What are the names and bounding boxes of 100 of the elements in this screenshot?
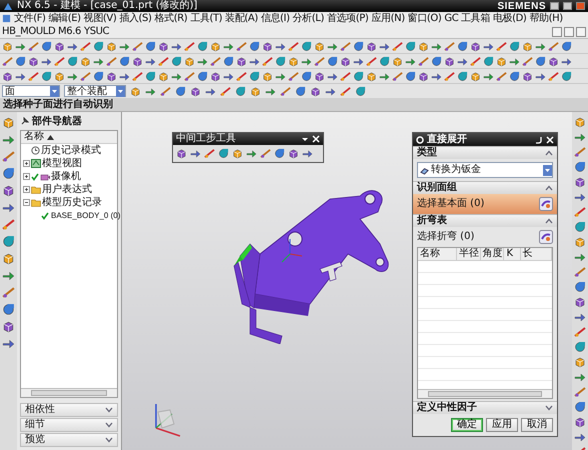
panel-header[interactable]: 相依性 [20,403,118,417]
arrow-icon[interactable] [483,70,494,82]
circle-icon[interactable] [509,70,520,82]
circle-icon[interactable] [379,56,390,66]
column-header[interactable]: 名称 [418,248,457,260]
tree-item[interactable]: BASE_BODY_0 (0) [51,210,120,222]
circle-icon[interactable] [327,56,338,66]
cube-icon[interactable] [366,40,377,52]
chevron-down-icon[interactable] [545,405,553,411]
arrow-icon[interactable] [171,70,182,82]
arrow-icon[interactable] [119,70,130,82]
menu-item[interactable]: 格式(R) [154,12,188,25]
line-icon[interactable] [522,56,533,66]
circle-icon[interactable] [353,40,364,52]
line-icon[interactable] [574,146,586,158]
line-icon[interactable] [80,40,91,52]
circle-icon[interactable] [535,56,546,66]
circle-icon[interactable] [574,341,586,353]
expand-icon[interactable] [23,186,30,193]
cube-icon[interactable] [574,356,586,368]
cube-icon[interactable] [2,184,15,197]
circle-icon[interactable] [509,40,520,52]
arrow-icon[interactable] [325,86,336,96]
cube-icon[interactable] [314,40,325,52]
arrow-icon[interactable] [535,40,546,52]
collapse-icon[interactable] [23,199,30,206]
scope-dropdown[interactable]: 整个装配 [64,85,126,97]
line-icon[interactable] [444,40,455,52]
cube-icon[interactable] [310,86,321,96]
menu-item[interactable]: 信息(I) [260,12,290,25]
restore-button[interactable] [564,26,574,36]
panel-header[interactable]: 细节 [20,418,118,432]
arrow-icon[interactable] [574,431,586,443]
arrow-icon[interactable] [249,56,260,66]
arrow-icon[interactable] [574,371,586,383]
cube-icon[interactable] [288,56,299,66]
line-icon[interactable] [236,40,247,52]
tree-item[interactable]: 用户表达式 [42,184,92,196]
tree-item[interactable]: 摄像机 [51,170,81,182]
line-icon[interactable] [340,70,351,82]
circle-icon[interactable] [574,401,586,413]
line-icon[interactable] [288,70,299,82]
line-icon[interactable] [184,70,195,82]
close-icon[interactable] [312,135,320,143]
line-icon[interactable] [184,40,195,52]
circle-icon[interactable] [301,70,312,82]
horizontal-scrollbar[interactable] [418,389,552,398]
arrow-icon[interactable] [275,40,286,52]
cube-icon[interactable] [184,56,195,66]
line-icon[interactable] [548,70,559,82]
arrow-icon[interactable] [379,70,390,82]
line-icon[interactable] [2,56,13,66]
circle-icon[interactable] [2,235,15,248]
arrow-icon[interactable] [574,191,586,203]
cube-icon[interactable] [470,40,481,52]
cube-icon[interactable] [106,40,117,52]
dialog-button[interactable]: 取消 [521,418,553,432]
close-button[interactable] [576,26,586,36]
line-icon[interactable] [418,56,429,66]
menu-item[interactable]: 编辑(E) [48,12,81,25]
cube-icon[interactable] [548,56,559,66]
tree-item[interactable]: 历史记录模式 [41,144,101,156]
circle-icon[interactable] [457,40,468,52]
line-icon[interactable] [132,70,143,82]
menu-item[interactable]: GC 工具箱 [444,12,490,25]
line-icon[interactable] [2,218,15,231]
arrow-icon[interactable] [509,56,520,66]
circle-icon[interactable] [93,40,104,52]
circle-icon[interactable] [561,40,572,52]
arrow-icon[interactable] [145,56,156,66]
circle-icon[interactable] [67,56,78,66]
section-header[interactable]: 折弯表 [413,214,557,227]
section-header[interactable]: 类型 [413,146,557,159]
cube-icon[interactable] [496,56,507,66]
line-icon[interactable] [392,70,403,82]
cube-icon[interactable] [444,56,455,66]
circle-icon[interactable] [218,148,229,159]
menu-item[interactable]: 装配(A) [225,12,258,25]
line-icon[interactable] [496,70,507,82]
line-icon[interactable] [260,148,271,159]
circle-icon[interactable] [249,40,260,52]
arrow-icon[interactable] [2,201,15,214]
cube-icon[interactable] [522,40,533,52]
circle-icon[interactable] [431,56,442,66]
cube-icon[interactable] [232,148,243,159]
chevron-down-icon[interactable] [105,407,113,413]
circle-icon[interactable] [301,40,312,52]
circle-icon[interactable] [41,70,52,82]
pin-icon[interactable] [21,117,29,125]
cube-icon[interactable] [522,70,533,82]
line-icon[interactable] [106,56,117,66]
cube-icon[interactable] [2,70,13,82]
cube-icon[interactable] [130,86,141,96]
line-icon[interactable] [314,56,325,66]
line-icon[interactable] [574,206,586,218]
arrow-icon[interactable] [223,40,234,52]
arrow-icon[interactable] [574,131,586,143]
arrow-icon[interactable] [223,70,234,82]
cube-icon[interactable] [54,70,65,82]
chevron-up-icon[interactable] [545,185,553,191]
